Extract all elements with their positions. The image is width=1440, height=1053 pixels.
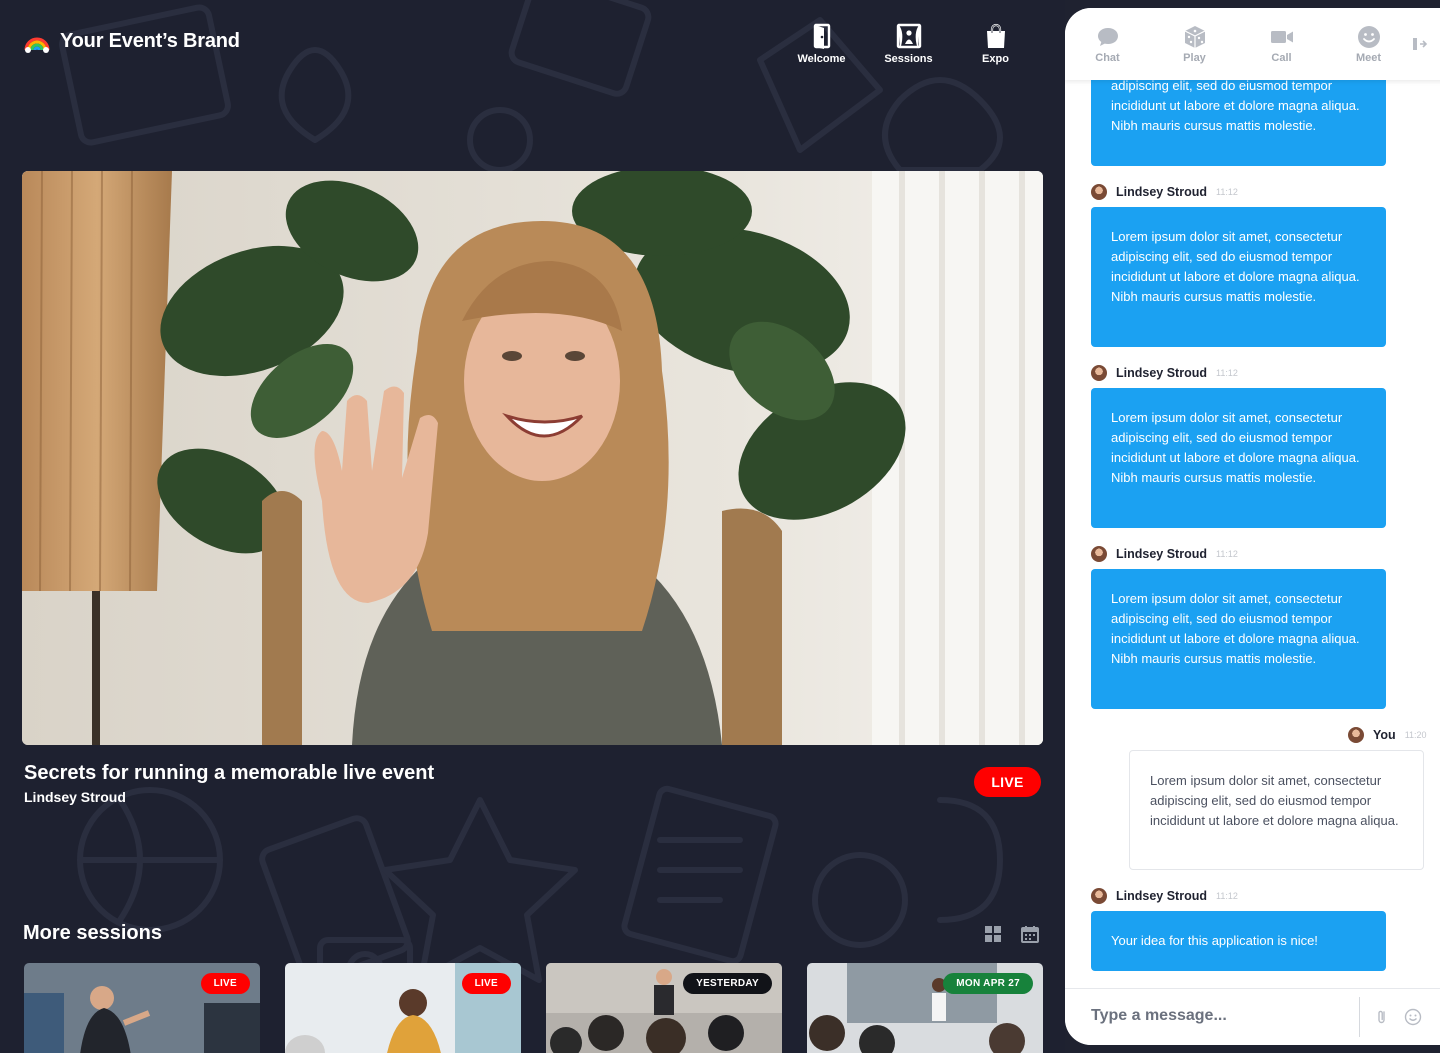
door-icon	[813, 23, 830, 49]
nav-welcome[interactable]: Welcome	[778, 22, 865, 65]
chat-message-bubble: Lorem ipsum dolor sit amet, consectetur …	[1091, 207, 1386, 347]
message-author: Lindsey Stroud	[1116, 889, 1207, 903]
message-meta: Lindsey Stroud 11:12	[1091, 184, 1238, 200]
leave-chat-button[interactable]	[1412, 36, 1428, 57]
message-input[interactable]	[1091, 1007, 1351, 1025]
avatar	[1091, 888, 1107, 904]
message-time: 11:12	[1215, 891, 1238, 901]
view-toggle	[984, 925, 1039, 943]
smiley-icon	[1357, 26, 1380, 48]
chat-message-bubble: Your idea for this application is nice!	[1091, 911, 1386, 971]
message-author: Lindsey Stroud	[1116, 547, 1207, 561]
video-frame	[22, 171, 1043, 745]
message-author: Lindsey Stroud	[1116, 366, 1207, 380]
message-meta-own: You 11:20	[1348, 727, 1427, 743]
message-time: 11:12	[1215, 187, 1238, 197]
chat-message-list[interactable]: adipiscing elit, sed do eiusmod tempor i…	[1065, 8, 1440, 988]
avatar	[1091, 184, 1107, 200]
message-meta: Lindsey Stroud 11:12	[1091, 546, 1238, 562]
session-card[interactable]: MON APR 27	[807, 963, 1043, 1053]
avatar	[1091, 365, 1107, 381]
card-status-badge: MON APR 27	[943, 973, 1033, 994]
nav-sessions[interactable]: Sessions	[865, 22, 952, 65]
calendar-view-icon[interactable]	[1021, 925, 1039, 943]
nav-expo-label: Expo	[982, 53, 1009, 65]
attach-button[interactable]	[1373, 1008, 1391, 1031]
stage-icon	[896, 23, 921, 49]
message-time: 11:12	[1215, 549, 1238, 559]
avatar	[1348, 727, 1364, 743]
message-composer	[1065, 988, 1440, 1045]
message-meta: Lindsey Stroud 11:12	[1091, 888, 1238, 904]
message-meta: Lindsey Stroud 11:12	[1091, 365, 1238, 381]
shopping-bag-icon	[986, 23, 1005, 48]
video-camera-icon	[1270, 31, 1293, 43]
brand-name: Your Event’s Brand	[60, 29, 240, 52]
grid-view-icon[interactable]	[984, 925, 1002, 943]
top-navigation: Welcome Sessions Expo	[778, 22, 1039, 65]
tab-call-label: Call	[1271, 52, 1292, 64]
main-stage: Your Event’s Brand Welcome Sessions Expo…	[0, 0, 1065, 1053]
tab-play-label: Play	[1183, 52, 1206, 64]
card-status-badge: LIVE	[461, 973, 511, 994]
featured-session-speaker: Lindsey Stroud	[24, 789, 126, 805]
session-card[interactable]: YESTERDAY	[546, 963, 782, 1053]
tab-chat-label: Chat	[1095, 52, 1120, 64]
featured-session-title: Secrets for running a memorable live eve…	[24, 762, 435, 784]
chat-tabs: Chat Play Call Meet	[1065, 8, 1440, 80]
tab-play[interactable]: Play	[1151, 25, 1238, 64]
tab-meet-label: Meet	[1355, 52, 1382, 64]
session-card[interactable]: LIVE	[285, 963, 521, 1053]
featured-video-player[interactable]	[22, 171, 1043, 745]
dice-icon	[1184, 26, 1205, 48]
nav-welcome-label: Welcome	[797, 53, 846, 65]
tab-chat[interactable]: Chat	[1065, 25, 1151, 64]
card-status-badge: LIVE	[200, 973, 250, 994]
message-time: 11:20	[1404, 730, 1427, 740]
tab-call[interactable]: Call	[1238, 25, 1325, 64]
live-status-badge: LIVE	[974, 767, 1041, 797]
exit-icon	[1413, 38, 1428, 50]
nav-expo[interactable]: Expo	[952, 22, 1039, 65]
chat-message-bubble: Lorem ipsum dolor sit amet, consectetur …	[1091, 388, 1386, 528]
session-card[interactable]: LIVE	[24, 963, 260, 1053]
nav-sessions-label: Sessions	[884, 53, 933, 65]
chat-bubble-icon	[1097, 28, 1118, 46]
chat-message-bubble: Lorem ipsum dolor sit amet, consectetur …	[1091, 569, 1386, 709]
emoji-icon	[1404, 1008, 1422, 1026]
chat-panel: adipiscing elit, sed do eiusmod tempor i…	[1065, 8, 1440, 1045]
session-cards: LIVE LIVE YESTERDAY MON APR 27	[24, 963, 1043, 1053]
own-message-bubble: Lorem ipsum dolor sit amet, consectetur …	[1129, 750, 1424, 870]
emoji-button[interactable]	[1404, 1008, 1422, 1031]
tab-meet[interactable]: Meet	[1325, 25, 1412, 64]
message-author: You	[1373, 728, 1396, 742]
message-author: Lindsey Stroud	[1116, 185, 1207, 199]
message-time: 11:12	[1215, 368, 1238, 378]
paperclip-icon	[1378, 1010, 1385, 1024]
avatar	[1091, 546, 1107, 562]
card-status-badge: YESTERDAY	[683, 973, 772, 994]
composer-divider	[1359, 997, 1360, 1037]
more-sessions-heading: More sessions	[23, 922, 162, 944]
rainbow-icon	[24, 37, 50, 53]
brand[interactable]: Your Event’s Brand	[24, 28, 240, 54]
